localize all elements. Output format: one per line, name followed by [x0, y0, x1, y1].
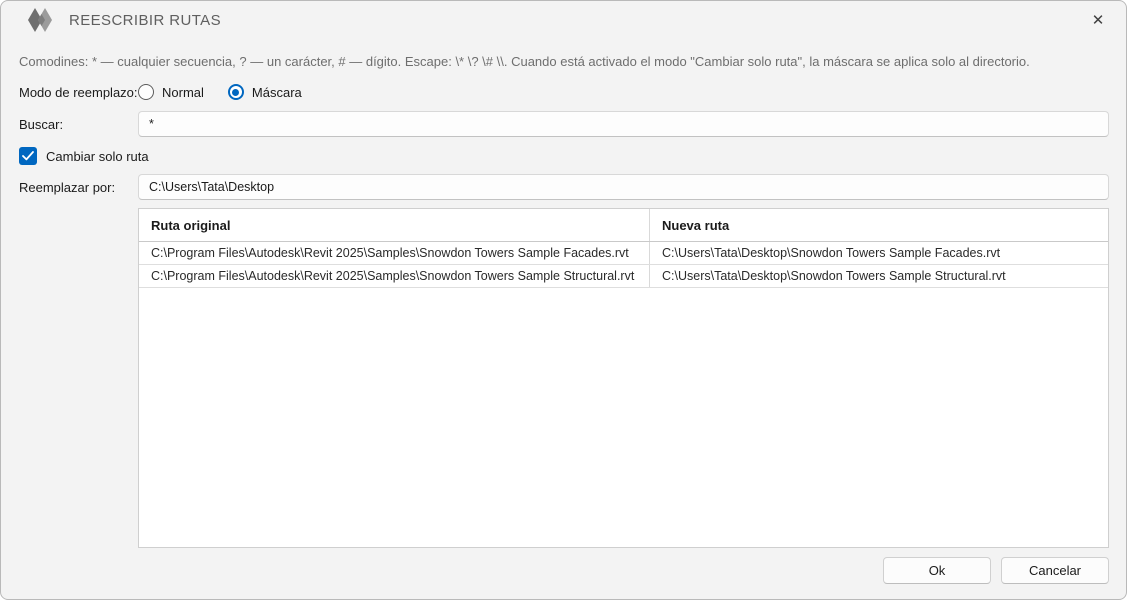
- cancel-button[interactable]: Cancelar: [1001, 557, 1109, 584]
- app-logo-icon: [28, 7, 56, 33]
- column-header-original[interactable]: Ruta original: [139, 209, 650, 242]
- replace-mode-row: Modo de reemplazo: Normal Máscara: [19, 81, 326, 103]
- radio-label-normal: Normal: [162, 85, 204, 100]
- checkbox-checked-icon: [19, 147, 37, 165]
- table-cell: C:\Program Files\Autodesk\Revit 2025\Sam…: [139, 265, 650, 288]
- titlebar[interactable]: REESCRIBIR RUTAS ✕: [1, 1, 1126, 39]
- replace-input[interactable]: [138, 174, 1109, 200]
- radio-option-normal[interactable]: Normal: [138, 84, 204, 100]
- close-icon[interactable]: ✕: [1084, 8, 1112, 32]
- table-body: C:\Program Files\Autodesk\Revit 2025\Sam…: [139, 242, 1108, 288]
- search-input[interactable]: [138, 111, 1109, 137]
- wildcard-help-text: Comodines: * — cualquier secuencia, ? — …: [19, 54, 1030, 69]
- checkbox-label: Cambiar solo ruta: [46, 149, 149, 164]
- radio-icon-mascara-selected: [228, 84, 244, 100]
- table-cell: C:\Users\Tata\Desktop\Snowdon Towers Sam…: [650, 242, 1109, 265]
- table-row[interactable]: C:\Program Files\Autodesk\Revit 2025\Sam…: [139, 265, 1108, 288]
- path-only-checkbox[interactable]: Cambiar solo ruta: [19, 147, 149, 165]
- radio-option-mascara[interactable]: Máscara: [228, 84, 302, 100]
- replace-label: Reemplazar por:: [19, 180, 115, 195]
- column-header-new[interactable]: Nueva ruta: [650, 209, 1109, 242]
- radio-label-mascara: Máscara: [252, 85, 302, 100]
- search-label: Buscar:: [19, 117, 63, 132]
- paths-table: Ruta original Nueva ruta C:\Program File…: [138, 208, 1109, 548]
- window-title: REESCRIBIR RUTAS: [69, 12, 221, 29]
- table-cell: C:\Users\Tata\Desktop\Snowdon Towers Sam…: [650, 265, 1109, 288]
- table-cell: C:\Program Files\Autodesk\Revit 2025\Sam…: [139, 242, 650, 265]
- rewrite-paths-dialog: REESCRIBIR RUTAS ✕ Comodines: * — cualqu…: [0, 0, 1127, 600]
- ok-button[interactable]: Ok: [883, 557, 991, 584]
- table-row[interactable]: C:\Program Files\Autodesk\Revit 2025\Sam…: [139, 242, 1108, 265]
- replace-mode-label: Modo de reemplazo:: [19, 85, 138, 100]
- radio-icon-normal: [138, 84, 154, 100]
- table-header-row: Ruta original Nueva ruta: [139, 209, 1108, 242]
